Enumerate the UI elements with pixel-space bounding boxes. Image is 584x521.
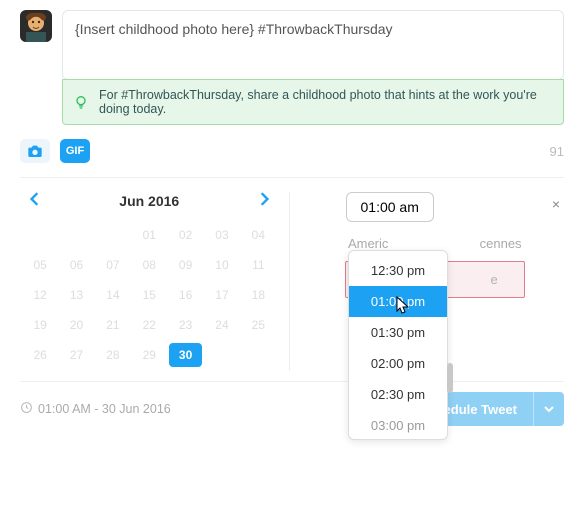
calendar-day[interactable]: 04 <box>242 223 274 247</box>
scheduled-time-label: 01:00 AM - 30 Jun 2016 <box>20 401 171 417</box>
calendar-day <box>206 343 238 367</box>
calendar-day[interactable]: 25 <box>242 313 274 337</box>
prev-month-icon[interactable] <box>30 192 40 209</box>
divider <box>20 177 564 178</box>
calendar-day[interactable]: 17 <box>206 283 238 307</box>
calendar-day[interactable]: 16 <box>169 283 201 307</box>
camera-icon[interactable] <box>20 139 50 163</box>
time-option[interactable]: 12:30 pm <box>349 255 447 286</box>
calendar-day[interactable]: 14 <box>97 283 129 307</box>
custom-right: e <box>491 272 498 287</box>
schedule-dropdown-button[interactable] <box>533 392 564 426</box>
calendar-day[interactable]: 08 <box>133 253 165 277</box>
calendar-day[interactable]: 27 <box>60 343 92 367</box>
calendar-day[interactable]: 10 <box>206 253 238 277</box>
chevron-down-icon <box>544 405 554 413</box>
time-dropdown[interactable]: 12:30 pm 01:00 pm 01:30 pm 02:00 pm 02:3… <box>348 250 448 440</box>
avatar <box>20 10 52 42</box>
tweet-scheduler: {Insert childhood photo here} #Throwback… <box>0 0 584 436</box>
scheduled-time-text: 01:00 AM - 30 Jun 2016 <box>38 402 171 416</box>
calendar-day <box>97 223 129 247</box>
time-select[interactable]: 01:00 am <box>346 192 434 222</box>
calendar-day <box>24 223 56 247</box>
hint-banner: For #ThrowbackThursday, share a childhoo… <box>62 79 564 125</box>
calendar-day[interactable]: 12 <box>24 283 56 307</box>
time-option[interactable]: 01:30 pm <box>349 317 447 348</box>
calendar-day[interactable]: 09 <box>169 253 201 277</box>
calendar-day <box>242 343 274 367</box>
char-count: 91 <box>550 144 564 159</box>
timezone-right: cennes <box>480 236 522 251</box>
calendar-day[interactable]: 24 <box>206 313 238 337</box>
calendar-day[interactable]: 28 <box>97 343 129 367</box>
calendar-day[interactable]: 01 <box>133 223 165 247</box>
close-icon[interactable]: × <box>552 196 560 212</box>
calendar: Jun 2016 0102030405060708091011121314151… <box>20 192 290 371</box>
cursor-icon <box>396 296 412 321</box>
calendar-day[interactable]: 02 <box>169 223 201 247</box>
timezone-text: Americ cennes <box>306 236 565 251</box>
tweet-text-input[interactable]: {Insert childhood photo here} #Throwback… <box>62 10 564 80</box>
calendar-day[interactable]: 22 <box>133 313 165 337</box>
calendar-day[interactable]: 03 <box>206 223 238 247</box>
calendar-day[interactable]: 05 <box>24 253 56 277</box>
calendar-day[interactable]: 30 <box>169 343 201 367</box>
calendar-day[interactable]: 23 <box>169 313 201 337</box>
calendar-day <box>60 223 92 247</box>
calendar-day[interactable]: 11 <box>242 253 274 277</box>
hint-text: For #ThrowbackThursday, share a childhoo… <box>99 88 553 116</box>
clock-icon <box>20 401 33 417</box>
calendar-day[interactable]: 26 <box>24 343 56 367</box>
calendar-grid: 01020304 05060708091011 12131415161718 1920… <box>20 219 279 371</box>
compose-row: {Insert childhood photo here} #Throwback… <box>20 10 564 125</box>
calendar-day[interactable]: 07 <box>97 253 129 277</box>
scheduler-panel: Jun 2016 0102030405060708091011121314151… <box>20 192 564 371</box>
month-label: Jun 2016 <box>119 193 179 209</box>
calendar-day[interactable]: 21 <box>97 313 129 337</box>
scrollbar-thumb[interactable] <box>447 363 453 393</box>
calendar-day[interactable]: 13 <box>60 283 92 307</box>
time-option[interactable]: 02:00 pm <box>349 348 447 379</box>
calendar-day[interactable]: 15 <box>133 283 165 307</box>
lightbulb-icon <box>73 94 89 110</box>
next-month-icon[interactable] <box>259 192 269 209</box>
time-option[interactable]: 03:00 pm <box>349 410 447 435</box>
timezone-left: Americ <box>348 236 388 251</box>
compose-toolbar: GIF 91 <box>20 139 564 163</box>
calendar-day[interactable]: 06 <box>60 253 92 277</box>
gif-icon[interactable]: GIF <box>60 139 90 163</box>
calendar-day[interactable]: 18 <box>242 283 274 307</box>
calendar-day[interactable]: 29 <box>133 343 165 367</box>
calendar-day[interactable]: 19 <box>24 313 56 337</box>
footer: 01:00 AM - 30 Jun 2016 Schedule Tweet <box>20 381 564 426</box>
time-option[interactable]: 02:30 pm <box>349 379 447 410</box>
calendar-day[interactable]: 20 <box>60 313 92 337</box>
compose-area: {Insert childhood photo here} #Throwback… <box>62 10 564 125</box>
